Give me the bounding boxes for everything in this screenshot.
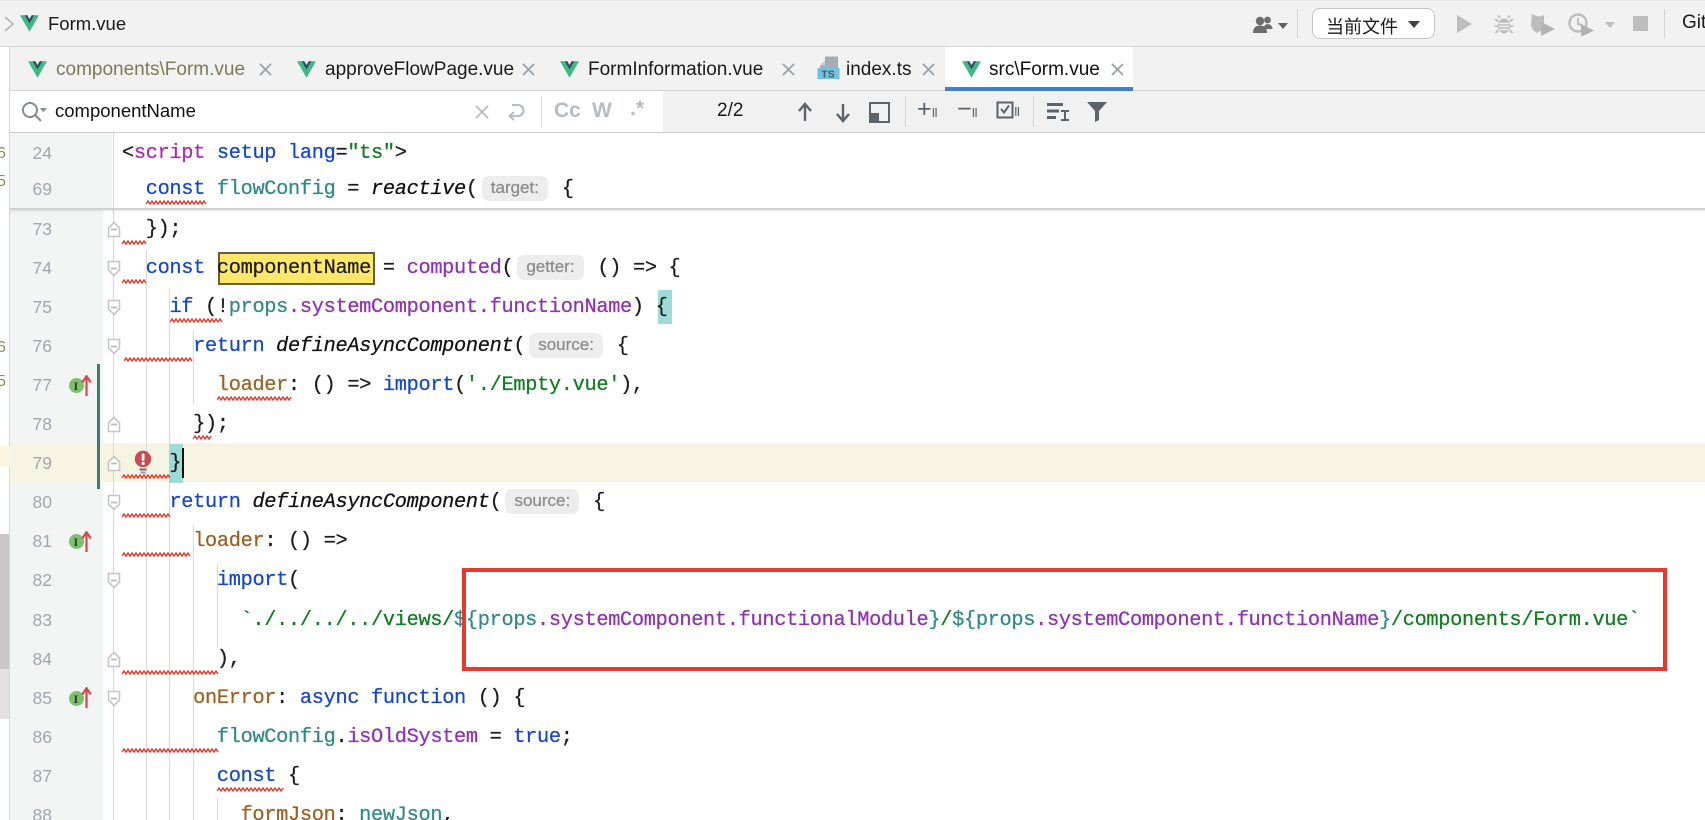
svg-text:TS: TS [821,69,834,81]
